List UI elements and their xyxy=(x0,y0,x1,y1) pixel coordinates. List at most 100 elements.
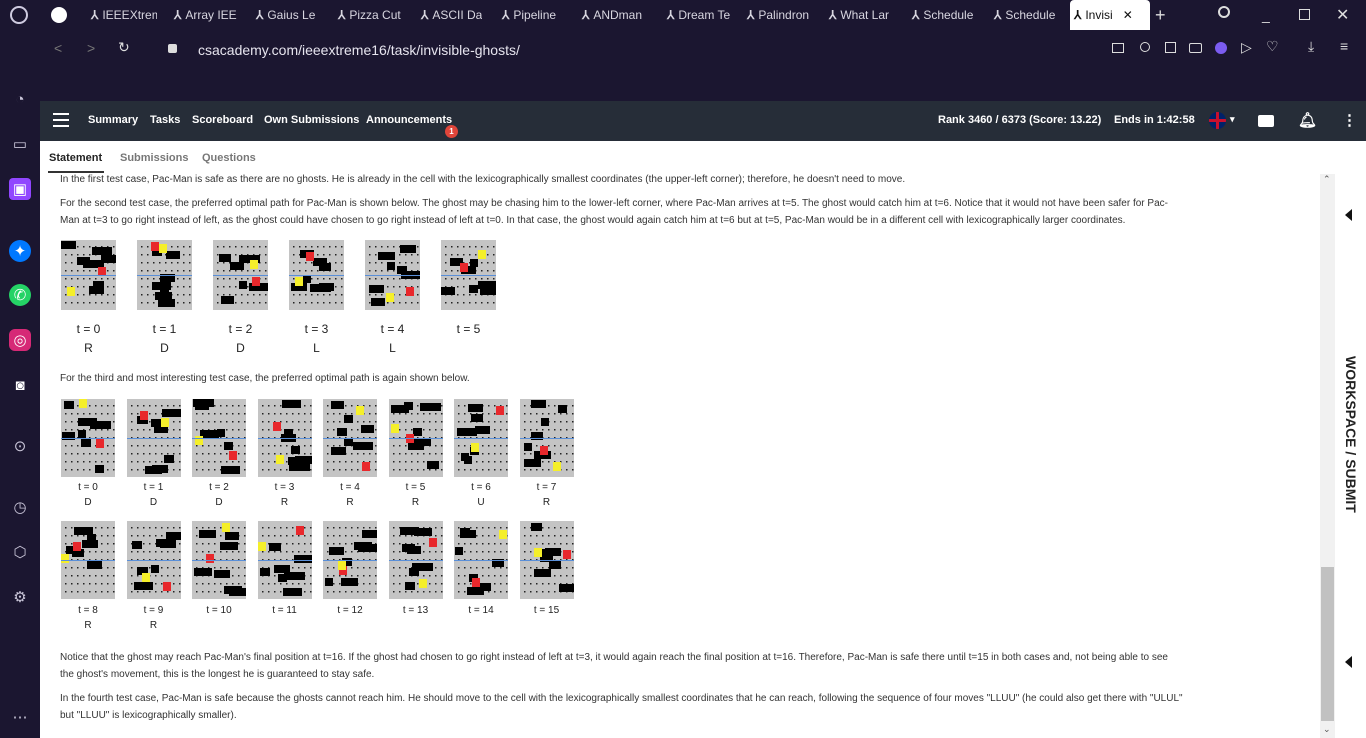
restore-button[interactable] xyxy=(1299,9,1310,20)
tab-favicon-icon: ⅄ xyxy=(582,8,590,22)
browser-tab-bar: ⅄ IEEEXtrem ⅄ Array IEE ⅄ Gaius Le ⅄ Pizza Cut ⅄… xyxy=(0,0,1366,30)
reload-icon[interactable]: ↻ xyxy=(118,39,130,56)
download-icon[interactable]: ⤓ xyxy=(1308,38,1314,55)
reader-icon[interactable] xyxy=(1112,43,1124,53)
browser-tab[interactable]: ⅄ Palindron xyxy=(743,0,813,30)
opera-logo-icon[interactable] xyxy=(10,6,28,24)
history-icon[interactable]: ◷ xyxy=(9,496,31,518)
vpn-globe-icon[interactable] xyxy=(51,7,67,23)
expand-arrow-icon[interactable] xyxy=(1345,656,1352,668)
frame-move-label: L xyxy=(313,341,320,355)
tab-statement[interactable]: Statement xyxy=(49,152,102,164)
forward-icon[interactable]: > xyxy=(87,40,95,56)
whatsapp-icon[interactable]: ✆ xyxy=(9,284,31,306)
more-icon[interactable]: ⋯ xyxy=(9,706,31,728)
frame-time-label: t = 12 xyxy=(337,605,363,616)
frame-time-label: t = 15 xyxy=(533,605,560,616)
close-window-button[interactable]: ✕ xyxy=(1336,5,1349,25)
send-icon[interactable]: ▷ xyxy=(1241,39,1252,56)
frame-time-label: t = 3 xyxy=(274,482,295,493)
browser-tab[interactable]: ⅄ Invisi ✕ xyxy=(1070,0,1150,30)
tab-submissions[interactable]: Submissions xyxy=(120,152,188,164)
new-tab-button[interactable]: + xyxy=(1155,5,1166,26)
discord-icon[interactable]: ◙ xyxy=(9,374,31,396)
browser-sidebar: ◔ ▭ ▣ ✦ ✆ ◎ ◙ ⊙ ◷ ⬡ ⚙ ⋯ xyxy=(0,30,40,738)
browser-tab[interactable]: ⅄ ASCII Da xyxy=(417,0,487,30)
frame-time-label: t = 2 xyxy=(228,322,253,336)
url-field[interactable]: csacademy.com/ieeextreme16/task/invisibl… xyxy=(198,42,520,58)
browser-tab[interactable]: ⅄ Pipeline xyxy=(498,0,568,30)
browser-tab[interactable]: ⅄ What Lar xyxy=(825,0,895,30)
frame-time-label: t = 14 xyxy=(468,605,494,616)
tab-favicon-icon: ⅄ xyxy=(1074,8,1082,22)
frame-image xyxy=(519,521,578,604)
player-icon[interactable]: ⊙ xyxy=(9,435,31,457)
minimize-button[interactable]: _ xyxy=(1262,7,1270,23)
statement-para-2a: For the second test case, the preferred … xyxy=(60,198,1168,209)
statement-para-3: For the third and most interesting test … xyxy=(60,373,470,384)
tab-title: Palindron xyxy=(758,8,810,22)
scroll-up-arrow-icon[interactable]: ⌃ xyxy=(1323,174,1331,185)
tab-title: Pizza Cut xyxy=(349,8,401,22)
frame-image xyxy=(388,521,443,604)
notification-bell-icon[interactable]: 🔔︎ xyxy=(1298,111,1317,129)
scrollbar-thumb[interactable] xyxy=(1321,567,1334,721)
workspace-panel[interactable]: WORKSPACE / SUBMIT xyxy=(1335,141,1366,738)
tab-favicon-icon: ⅄ xyxy=(747,8,755,22)
messenger-icon[interactable]: ✦ xyxy=(9,240,31,262)
frame-image xyxy=(126,521,181,604)
statement-para-1: In the first test case, Pac-Man is safe … xyxy=(60,174,906,185)
instagram-icon[interactable]: ◎ xyxy=(9,329,31,351)
browser-tab[interactable]: ⅄ Schedule xyxy=(990,0,1060,30)
frame-time-label: t = 4 xyxy=(380,322,405,336)
frame-image xyxy=(126,399,183,482)
easy-setup-icon[interactable]: ≡ xyxy=(1340,38,1348,54)
frame-image xyxy=(192,399,246,482)
language-chevron-down-icon[interactable]: ▾ xyxy=(1230,114,1235,125)
browser-tab[interactable]: ⅄ Array IEE xyxy=(170,0,240,30)
tab-favicon-icon: ⅄ xyxy=(667,8,675,22)
collapse-arrow-icon[interactable] xyxy=(1345,209,1352,221)
frame-move-label: L xyxy=(389,341,396,355)
tab-favicon-icon: ⅄ xyxy=(174,8,182,22)
tab-questions[interactable]: Questions xyxy=(202,152,256,164)
content-scrollbar[interactable]: ⌃ ⌄ xyxy=(1320,174,1335,738)
frame-time-label: t = 1 xyxy=(143,482,164,493)
settings-gear-icon[interactable]: ⚙ xyxy=(9,586,31,608)
shield-icon[interactable] xyxy=(1215,42,1227,54)
language-flag-icon[interactable] xyxy=(1209,112,1226,129)
nav-own-submissions[interactable]: Own Submissions xyxy=(264,114,359,126)
back-icon[interactable]: < xyxy=(54,40,62,56)
browser-tab[interactable]: ⅄ Dream Te xyxy=(663,0,733,30)
twitch-icon[interactable]: ▣ xyxy=(9,178,31,200)
browser-tab[interactable]: ⅄ IEEEXtrem xyxy=(87,0,157,30)
browser-tab[interactable]: ⅄ Gaius Le xyxy=(252,0,322,30)
browser-tab[interactable]: ⅄ ANDman xyxy=(578,0,648,30)
search-tabs-icon[interactable] xyxy=(1218,6,1230,18)
hamburger-menu-icon[interactable] xyxy=(53,113,69,127)
close-tab-icon[interactable]: ✕ xyxy=(1123,8,1133,22)
find-icon[interactable] xyxy=(1140,42,1150,52)
nav-announcements[interactable]: Announcements xyxy=(366,114,452,126)
extensions-icon[interactable]: ⬡ xyxy=(9,541,31,563)
browser-tab[interactable]: ⅄ Schedule xyxy=(908,0,978,30)
speed-dial-icon[interactable]: ◔ xyxy=(9,88,31,110)
camera-icon[interactable] xyxy=(1189,43,1202,53)
scroll-down-arrow-icon[interactable]: ⌄ xyxy=(1323,724,1331,735)
more-vertical-icon[interactable]: ⋮ xyxy=(1342,111,1357,129)
browser-tab[interactable]: ⅄ Pizza Cut xyxy=(334,0,404,30)
frame-time-label: t = 0 xyxy=(76,322,101,336)
lock-icon xyxy=(168,44,177,53)
nav-tasks[interactable]: Tasks xyxy=(150,114,180,126)
workspace-submit-label[interactable]: WORKSPACE / SUBMIT xyxy=(1343,356,1359,513)
frame-image xyxy=(289,240,344,315)
edit-icon[interactable] xyxy=(1165,42,1176,53)
mail-icon[interactable] xyxy=(1258,115,1274,127)
workspaces-icon[interactable]: ▭ xyxy=(9,133,31,155)
nav-summary[interactable]: Summary xyxy=(88,114,138,126)
subtabs: Statement Submissions Questions xyxy=(40,141,1320,174)
frame-image xyxy=(137,240,192,315)
nav-scoreboard[interactable]: Scoreboard xyxy=(192,114,253,126)
statement-para-2b: Man at t=3 to go right instead of left, … xyxy=(60,215,1126,226)
heart-icon[interactable]: ♡ xyxy=(1266,38,1279,55)
